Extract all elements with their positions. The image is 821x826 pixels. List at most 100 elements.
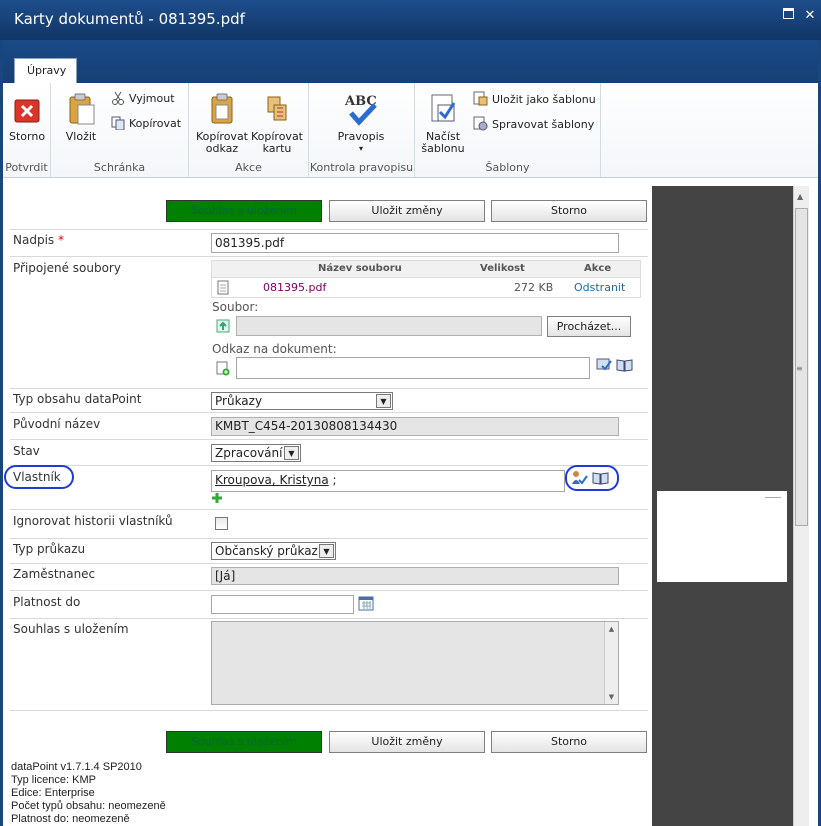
souhlas-textarea[interactable]: ▲ ▼ xyxy=(211,621,619,705)
group-sablony: Načíst šablonu Uložit jako šablonu Sprav… xyxy=(415,83,601,178)
pripojene-label: Připojené soubory xyxy=(13,261,121,275)
side-panel xyxy=(652,186,809,826)
souhlas-button-bottom[interactable]: Souhlas s uložením xyxy=(166,731,322,753)
row-divider xyxy=(10,563,648,564)
scroll-up-icon[interactable]: ▲ xyxy=(605,625,618,633)
odkaz-label: Odkaz na dokument: xyxy=(212,342,337,356)
version-line: dataPoint v1.7.1.4 SP2010 xyxy=(11,761,142,773)
paste-icon xyxy=(69,93,95,125)
edition-line: Edice: Enterprise xyxy=(11,787,95,799)
vlastnik-people-picker[interactable]: Kroupova, Kristyna ; xyxy=(211,470,565,492)
kopirovat-kartu-label-2: kartu xyxy=(262,142,292,155)
scroll-up-icon[interactable]: ▲ xyxy=(797,192,803,201)
calendar-icon[interactable] xyxy=(358,596,374,614)
stav-value: Zpracování xyxy=(215,446,283,460)
row-divider xyxy=(10,590,648,591)
ulozit-zmeny-button-top[interactable]: Uložit změny xyxy=(329,200,485,222)
copy-icon xyxy=(111,116,125,131)
group-potvrdit: Storno Potvrdit xyxy=(3,83,51,178)
scissors-icon xyxy=(112,91,124,105)
ulozit-zmeny-button-bottom[interactable]: Uložit změny xyxy=(329,731,485,753)
souhlas-button-top[interactable]: Souhlas s uložením xyxy=(166,200,322,222)
col-nazev: Název souboru xyxy=(318,263,402,274)
kopirovat-label: Kopírovat xyxy=(129,117,182,130)
ulozit-jako-sablonu-button[interactable]: Uložit jako šablonu xyxy=(473,91,596,106)
browse-book-icon[interactable] xyxy=(616,358,633,375)
soubor-input[interactable] xyxy=(236,316,542,336)
group-schranka: Vložit Vyjmout Kopírovat Schránka xyxy=(51,83,189,178)
row-divider xyxy=(10,618,648,619)
row-divider xyxy=(10,710,648,711)
add-icon[interactable] xyxy=(211,492,223,507)
nacist-sablonu-button[interactable]: Načíst šablonu xyxy=(419,91,467,155)
typ-prukazu-select[interactable]: Občanský průkaz ▼ xyxy=(211,542,336,560)
nadpis-label: Nadpis * xyxy=(13,233,64,247)
vlastnik-label: Vlastník xyxy=(13,470,61,484)
browse-address-book-icon[interactable] xyxy=(592,471,609,488)
cancel-icon xyxy=(14,99,40,123)
attachments-header: Název souboru Velikost Akce xyxy=(212,261,640,278)
kopirovat-kartu-button[interactable]: Kopírovat kartu xyxy=(249,91,305,155)
file-size: 272 KB xyxy=(514,281,554,294)
pravopis-dropdown-icon: ▾ xyxy=(358,144,363,153)
storno-button-top[interactable]: Storno xyxy=(491,200,647,222)
souhlas-label: Souhlas s uložením xyxy=(13,622,129,636)
vlastnik-resolved-user[interactable]: Kroupova, Kristyna xyxy=(215,473,329,487)
puvodni-nazev-label: Původní název xyxy=(13,417,101,431)
vlastnik-separator: ; xyxy=(332,473,337,487)
row-divider xyxy=(10,538,648,539)
platnost-date-input[interactable] xyxy=(211,595,354,614)
vlozit-button[interactable]: Vložit xyxy=(63,91,99,143)
row-divider xyxy=(10,439,648,440)
vlozit-label: Vložit xyxy=(65,130,97,143)
version-info: dataPoint v1.7.1.4 SP2010 Typ licence: K… xyxy=(11,761,166,826)
typ-obsahu-select[interactable]: Průkazy ▼ xyxy=(211,392,393,410)
add-link-icon xyxy=(216,361,230,379)
chevron-down-icon: ▼ xyxy=(284,446,299,460)
puvodni-nazev-field: KMBT_C454-20130808134430 xyxy=(211,417,619,436)
chevron-down-icon: ▼ xyxy=(319,544,334,558)
spravovat-sablony-button[interactable]: Spravovat šablony xyxy=(473,116,594,131)
content-types-line: Počet typů obsahu: neomezeně xyxy=(11,800,166,812)
check-link-icon[interactable] xyxy=(596,358,612,375)
vyjmout-button[interactable]: Vyjmout xyxy=(111,91,175,105)
storno-ribbon-button[interactable]: Storno xyxy=(9,95,45,143)
close-icon[interactable]: ✕ xyxy=(802,8,818,24)
group-label-potvrdit: Potvrdit xyxy=(5,161,48,174)
prochazet-button[interactable]: Procházet... xyxy=(547,316,631,337)
pravopis-button[interactable]: ABC Pravopis ▾ xyxy=(333,91,389,155)
odstranit-link[interactable]: Odstranit xyxy=(574,281,625,294)
platnost-label: Platnost do xyxy=(13,595,81,609)
row-divider xyxy=(10,256,648,257)
copy-link-icon xyxy=(211,93,233,124)
stav-select[interactable]: Zpracování ▼ xyxy=(211,444,301,462)
ignorovat-checkbox[interactable] xyxy=(215,517,228,530)
table-row: 081395.pdf 272 KB Odstranit xyxy=(212,278,640,298)
group-label-pravopis: Kontrola pravopisu xyxy=(309,161,414,174)
tab-upravy[interactable]: Úpravy xyxy=(14,58,78,83)
ignorovat-label: Ignorovat historii vlastníků xyxy=(13,514,173,528)
check-names-icon[interactable] xyxy=(571,470,588,489)
ribbon-tabbar: Úpravy xyxy=(3,40,818,83)
required-mark: * xyxy=(57,233,64,247)
scroll-down-icon[interactable]: ▼ xyxy=(605,693,618,701)
typ-prukazu-value: Občanský průkaz xyxy=(215,544,318,558)
odkaz-input[interactable] xyxy=(236,357,590,379)
attachments-table: Název souboru Velikost Akce 081395.pdf 2… xyxy=(211,260,641,298)
maximize-icon[interactable] xyxy=(780,8,796,24)
kopirovat-odkaz-button[interactable]: Kopírovat odkaz xyxy=(194,91,250,155)
nadpis-input[interactable]: 081395.pdf xyxy=(211,233,619,253)
group-akce: Kopírovat odkaz Kopírovat kartu Akce xyxy=(189,83,309,178)
group-label-schranka: Schránka xyxy=(93,161,146,174)
vertical-scrollbar[interactable]: ▲ ≡ xyxy=(793,186,809,826)
typ-obsahu-label: Typ obsahu dataPoint xyxy=(13,392,142,406)
textarea-scrollbar[interactable]: ▲ ▼ xyxy=(604,622,618,704)
kopirovat-button[interactable]: Kopírovat xyxy=(111,116,182,131)
stav-label: Stav xyxy=(13,444,40,458)
file-name-link[interactable]: 081395.pdf xyxy=(263,281,326,294)
ribbon: Storno Potvrdit Vložit Vyjmout Kopírovat… xyxy=(3,83,818,178)
storno-ribbon-label: Storno xyxy=(9,130,46,143)
storno-button-bottom[interactable]: Storno xyxy=(491,731,647,753)
window-title: Karty dokumentů - 081395.pdf xyxy=(14,10,245,28)
spellcheck-icon: ABC xyxy=(344,94,377,126)
